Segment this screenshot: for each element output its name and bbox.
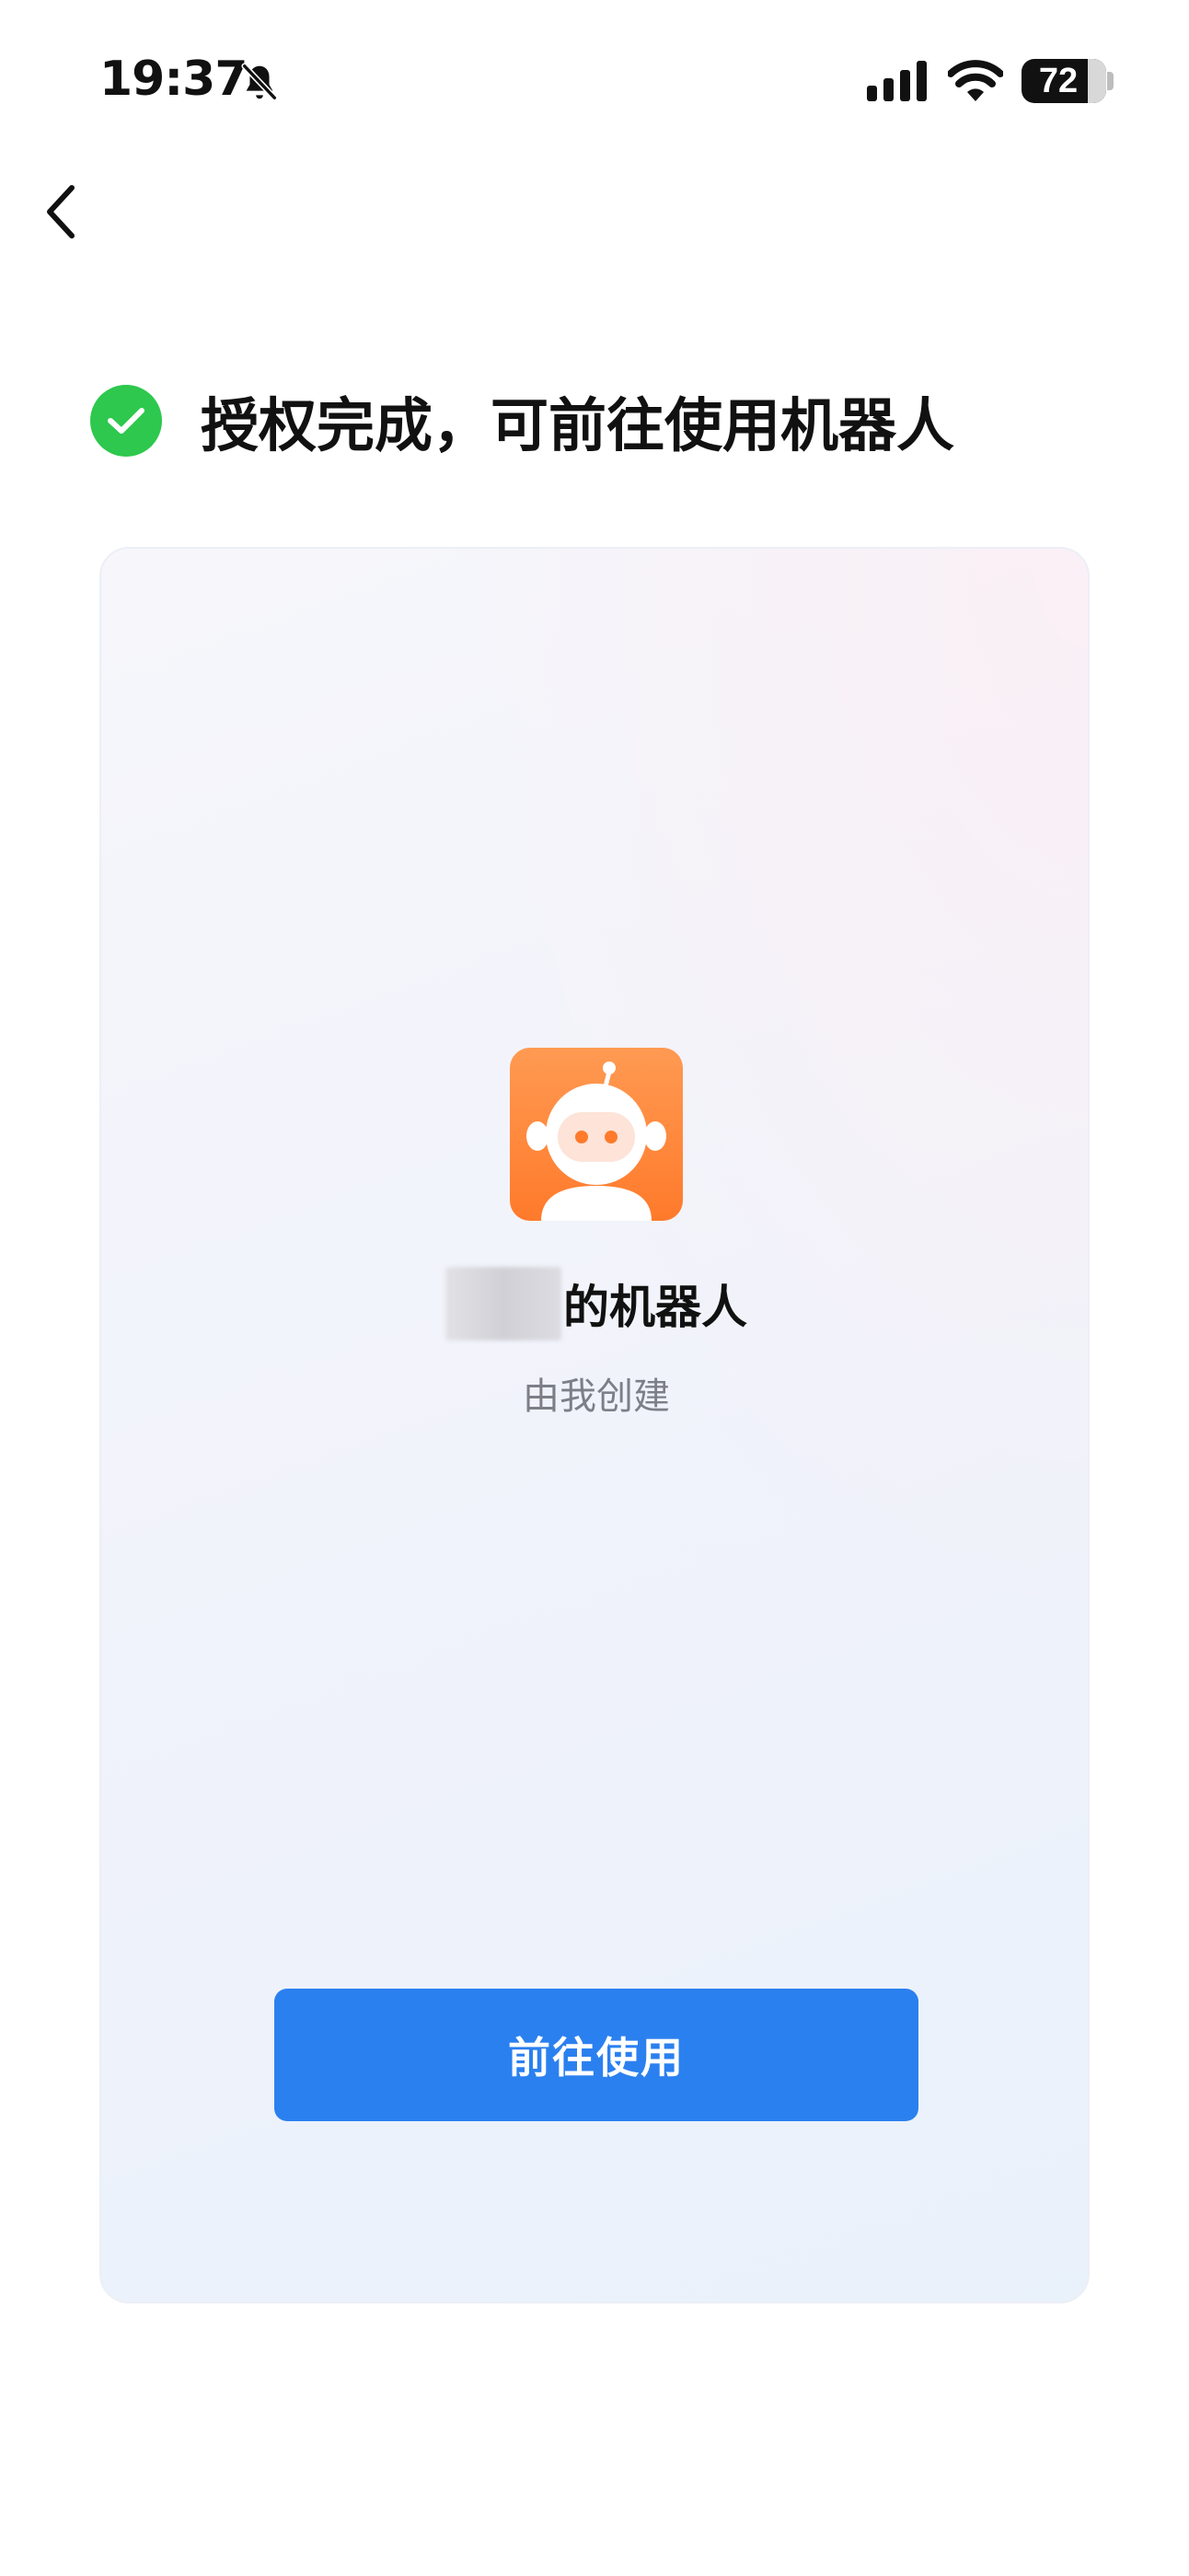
wifi-icon <box>948 60 1003 101</box>
check-circle-icon <box>90 385 162 457</box>
chevron-left-icon <box>47 185 75 238</box>
robot-icon <box>510 1048 683 1221</box>
bot-name: 的机器人 <box>101 1267 1091 1340</box>
cellular-signal-icon <box>867 61 927 101</box>
redacted-name-blur <box>445 1267 561 1340</box>
auth-complete-headline: 授权完成，可前往使用机器人 <box>90 379 954 462</box>
bell-slash-icon <box>241 63 278 101</box>
bot-creator-label: 由我创建 <box>523 1375 670 1418</box>
battery-cap <box>1107 72 1114 90</box>
go-use-button[interactable]: 前往使用 <box>274 1989 918 2121</box>
headline-text: 授权完成，可前往使用机器人 <box>201 391 954 459</box>
status-time: 19:37 <box>99 52 248 107</box>
status-bar: 19:37 72 <box>0 0 1189 157</box>
bot-card: 的机器人 由我创建 前往使用 <box>99 547 1090 2303</box>
battery-icon: 72 <box>1022 59 1106 103</box>
back-button[interactable] <box>28 175 92 249</box>
bot-name-suffix: 的机器人 <box>563 1281 747 1334</box>
battery-level: 72 <box>1038 62 1079 100</box>
